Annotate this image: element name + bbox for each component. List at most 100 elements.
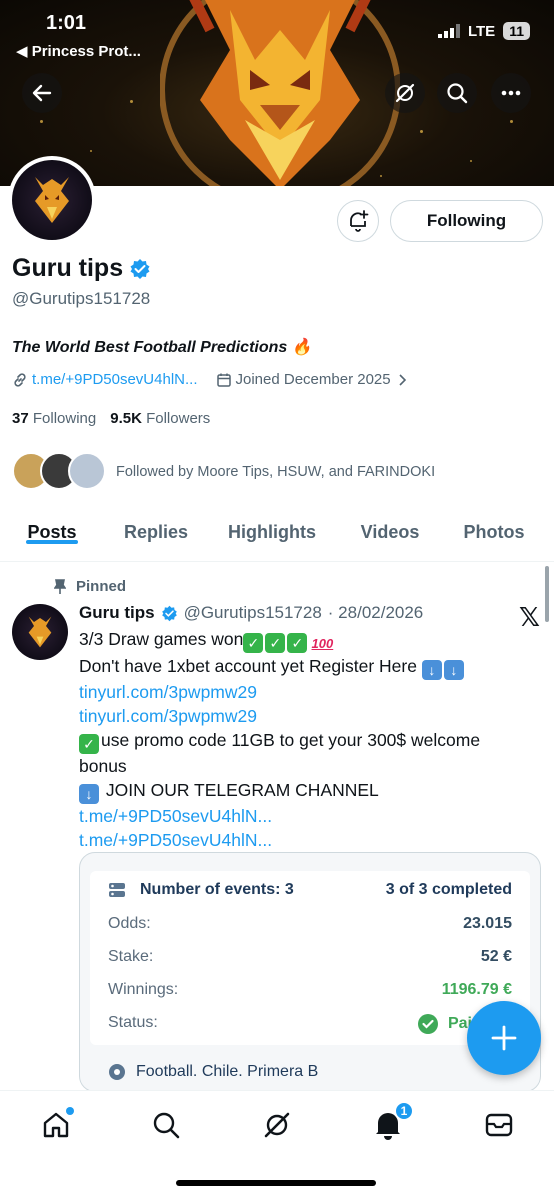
tab-replies[interactable]: Replies [122, 508, 190, 543]
post-line-text: Don't have 1xbet account yet Register He… [79, 656, 417, 676]
verified-badge-icon [161, 605, 177, 621]
pinned-label-row: Pinned [54, 578, 126, 595]
nav-search[interactable] [146, 1105, 186, 1145]
profile-bio: The World Best Football Predictions 🔥 [12, 337, 312, 357]
home-icon [43, 1112, 69, 1138]
lion-avatar-icon [28, 616, 52, 648]
followers-count: 9.5K [110, 410, 142, 427]
following-label: Following [32, 410, 97, 427]
chevron-right-icon[interactable] [395, 373, 409, 387]
hundred-emoji-icon: 100 [311, 636, 334, 651]
compose-button[interactable] [467, 1001, 541, 1075]
fire-emoji: 🔥 [291, 339, 312, 356]
down-arrow-emoji-icon: ↓ [443, 660, 464, 680]
following-count: 37 [12, 410, 29, 427]
nav-notifications[interactable]: 1 [368, 1101, 414, 1145]
bet-events-row: Number of events: 3 3 of 3 completed [108, 881, 512, 899]
profile-handle: @Gurutips151728 [12, 289, 151, 308]
post-line: ✓ use promo code 11GB to get your 300$ we… [79, 728, 539, 754]
post-link[interactable]: t.me/+9PD50sevU4hlN... [79, 804, 539, 828]
scrollbar[interactable] [545, 566, 549, 622]
bet-league: Football. Chile. Primera B [136, 1063, 319, 1080]
bet-events-label: Number of events: 3 [140, 881, 294, 898]
grok-icon [264, 1112, 290, 1138]
post-line-text: 3/3 Draw games won [79, 629, 244, 649]
verified-badge-icon [130, 258, 150, 279]
profile-name-row: Guru tips [12, 254, 151, 283]
odds-value: 23.015 [463, 915, 512, 932]
post-header: Guru tips @Gurutips151728 · 28/02/2026 [79, 603, 423, 623]
post-line-text: use promo code 11GB to get your 300$ wel… [101, 730, 481, 750]
back-button[interactable] [22, 73, 62, 113]
home-indicator[interactable] [176, 1180, 376, 1186]
tab-photos[interactable]: Photos [461, 508, 527, 543]
check-emoji-icon: ✓ [287, 633, 308, 653]
stake-value: 52 € [480, 948, 512, 965]
signal-icon [437, 24, 460, 38]
tab-videos[interactable]: Videos [354, 508, 426, 543]
status-bar: 1:01 ◀ Princess Prot... LTE 11 [0, 0, 554, 64]
more-dots-icon [501, 90, 521, 96]
following-button[interactable]: Following [390, 200, 543, 242]
bet-status-row: Status: Pai [108, 1014, 512, 1034]
down-arrow-emoji-icon: ↓ [421, 660, 442, 680]
check-emoji-icon: ✓ [243, 633, 264, 653]
bet-odds-row: Odds: 23.015 [108, 915, 512, 933]
post-avatar[interactable] [12, 604, 68, 660]
post-link[interactable]: t.me/+9PD50sevU4hlN... [79, 828, 539, 852]
following-count-link[interactable]: 37 Following [12, 410, 96, 427]
bet-completed: 3 of 3 completed [385, 881, 512, 898]
check-circle-icon [417, 1014, 438, 1034]
post-link[interactable]: tinyurl.com/3pwpmw29 [79, 680, 539, 704]
profile-link[interactable]: t.me/+9PD50sevU4hlN... [32, 371, 198, 388]
bio-text: The World Best Football Predictions [12, 339, 288, 356]
winnings-label: Winnings: [108, 981, 179, 998]
plus-icon [491, 1025, 517, 1051]
tab-posts[interactable]: Posts [26, 508, 78, 544]
notifications-subscribe-button[interactable] [337, 200, 379, 242]
check-emoji-icon: ✓ [79, 734, 99, 754]
check-emoji-icon: ✓ [265, 633, 286, 653]
profile-meta: t.me/+9PD50sevU4hlN... Joined December 2… [12, 371, 409, 388]
post-line-text: JOIN OUR TELEGRAM CHANNEL [105, 780, 379, 800]
network-label: LTE [467, 22, 496, 40]
grok-button[interactable] [385, 73, 425, 113]
bet-stake-row: Stake: 52 € [108, 948, 512, 966]
notifications-badge: 1 [394, 1101, 414, 1121]
lion-avatar-icon [35, 177, 69, 223]
bell-plus-icon [350, 210, 369, 232]
post-link[interactable]: tinyurl.com/3pwpmw29 [79, 704, 539, 728]
nav-grok[interactable] [257, 1105, 297, 1145]
nav-home[interactable] [36, 1105, 76, 1145]
follow-counts: 37 Following 9.5K Followers [12, 410, 210, 427]
avatar [68, 452, 106, 490]
link-icon [14, 372, 26, 387]
battery-icon: 11 [503, 22, 530, 40]
bet-winnings-row: Winnings: 1196.79 € [108, 981, 512, 999]
stake-label: Stake: [108, 948, 154, 965]
ticket-icon [109, 883, 125, 897]
search-icon [153, 1112, 180, 1139]
back-to-app-link[interactable]: ◀ Princess Prot... [16, 42, 141, 60]
nav-messages[interactable] [479, 1105, 519, 1145]
odds-label: Odds: [108, 915, 151, 932]
football-icon [109, 1064, 125, 1080]
followed-by-row[interactable]: Followed by Moore Tips, HSUW, and FARIND… [12, 452, 435, 492]
post-text: 3/3 Draw games won ✓ ✓ ✓ 100 Don't have 1xbe… [79, 627, 539, 852]
post-line: 3/3 Draw games won ✓ ✓ ✓ 100 [79, 627, 539, 654]
profile-avatar[interactable] [8, 156, 96, 244]
calendar-icon [216, 373, 231, 387]
home-unread-dot [66, 1107, 74, 1115]
tab-highlights[interactable]: Highlights [225, 508, 319, 543]
profile-tabs: Posts Replies Highlights Videos Photos [0, 508, 554, 562]
more-button[interactable] [491, 73, 531, 113]
post-author-name[interactable]: Guru tips [79, 603, 155, 623]
status-label: Status: [108, 1014, 158, 1031]
search-button[interactable] [437, 73, 477, 113]
profile-name: Guru tips [12, 254, 124, 282]
grok-icon [395, 83, 415, 103]
followers-count-link[interactable]: 9.5K Followers [110, 410, 210, 427]
post-date: · 28/02/2026 [327, 603, 424, 622]
post-line: Don't have 1xbet account yet Register He… [79, 654, 539, 680]
search-icon [447, 83, 468, 104]
